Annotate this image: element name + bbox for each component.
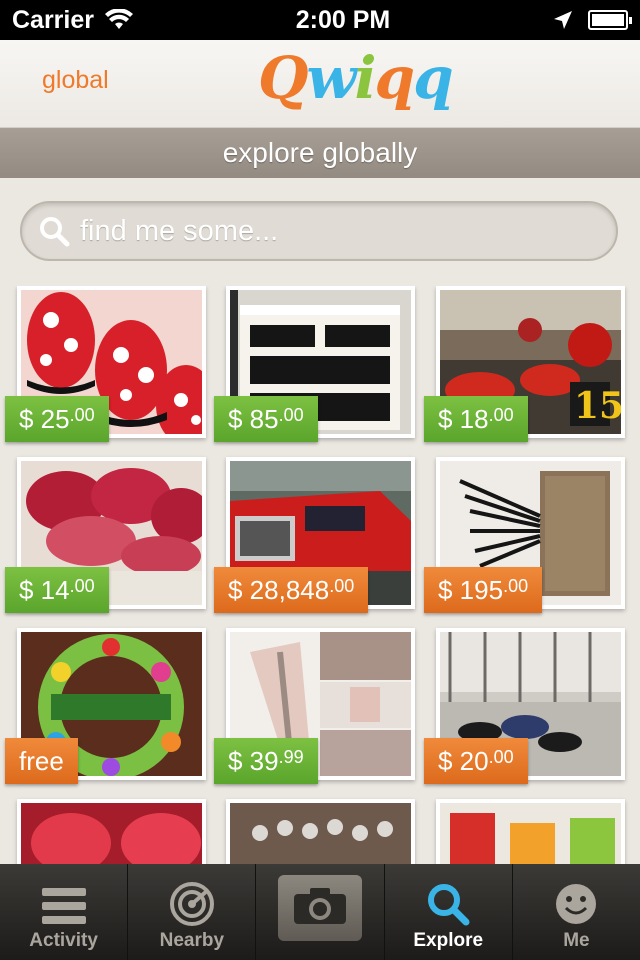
battery-icon (587, 10, 632, 30)
search-icon (428, 884, 470, 926)
item-tile[interactable]: $ 28,848.00 (214, 457, 415, 613)
price-tag: $ 39.99 (214, 738, 318, 784)
price-tag: $ 195.00 (424, 567, 543, 613)
item-tile[interactable]: $ 14.00 (5, 457, 206, 613)
item-tile[interactable] (226, 799, 415, 864)
list-icon (41, 888, 86, 924)
status-bar: Carrier 2:00 PM (0, 0, 640, 40)
svg-text:15: 15 (574, 385, 621, 427)
item-photo-drinks (440, 803, 621, 864)
search-input[interactable]: find me some... (80, 215, 278, 248)
qwiqq-logo: Qwiqq (258, 44, 454, 112)
tab-label: Activity (29, 930, 98, 951)
item-tile[interactable]: $ 25.00 (5, 286, 206, 442)
price-tag: $ 18.00 (424, 396, 528, 442)
item-tile[interactable]: $ 39.99 (214, 628, 415, 784)
tab-bar: Activity Nearby Explore Me (0, 864, 640, 960)
carrier-label: Carrier (12, 5, 94, 34)
global-button[interactable]: global (42, 66, 109, 95)
item-tile[interactable]: 15 $ 18.00 (424, 286, 625, 442)
camera-button[interactable] (278, 875, 362, 941)
tab-label: Me (563, 930, 590, 951)
item-tile[interactable]: $ 20.00 (424, 628, 625, 784)
tab-activity[interactable]: Activity (0, 864, 129, 960)
tab-nearby[interactable]: Nearby (128, 864, 257, 960)
items-grid: $ 25.00 $ 85.00 15 $ 18.00 $ 14.00 $ 28,… (0, 286, 640, 864)
price-tag: $ 20.00 (424, 738, 528, 784)
item-tile[interactable] (17, 799, 206, 864)
item-photo-redshoes (21, 803, 202, 864)
status-time: 2:00 PM (295, 5, 391, 34)
search-icon (40, 217, 70, 247)
search-bar[interactable]: find me some... (20, 201, 618, 261)
tab-label: Nearby (159, 930, 225, 951)
item-tile[interactable]: $ 85.00 (214, 286, 415, 442)
price-tag: $ 14.00 (5, 567, 109, 613)
tab-explore[interactable]: Explore (385, 864, 513, 960)
camera-icon (294, 888, 346, 924)
item-tile[interactable] (436, 799, 625, 864)
item-tile[interactable]: $ 195.00 (424, 457, 625, 613)
price-tag: free (5, 738, 78, 784)
tab-label: Explore (413, 930, 484, 951)
tab-camera[interactable] (256, 864, 385, 960)
item-tile[interactable]: free (5, 628, 206, 784)
nav-bar: global Qwiqq (0, 40, 640, 128)
wifi-icon (105, 9, 133, 29)
item-photo-bracelet (230, 803, 411, 864)
price-tag: $ 25.00 (5, 396, 109, 442)
section-title: explore globally (0, 128, 640, 178)
location-arrow-icon (553, 11, 572, 29)
radar-icon (169, 882, 214, 926)
smiley-icon (556, 884, 597, 924)
tab-me[interactable]: Me (513, 864, 640, 960)
price-tag: $ 85.00 (214, 396, 318, 442)
price-tag: $ 28,848.00 (214, 567, 369, 613)
